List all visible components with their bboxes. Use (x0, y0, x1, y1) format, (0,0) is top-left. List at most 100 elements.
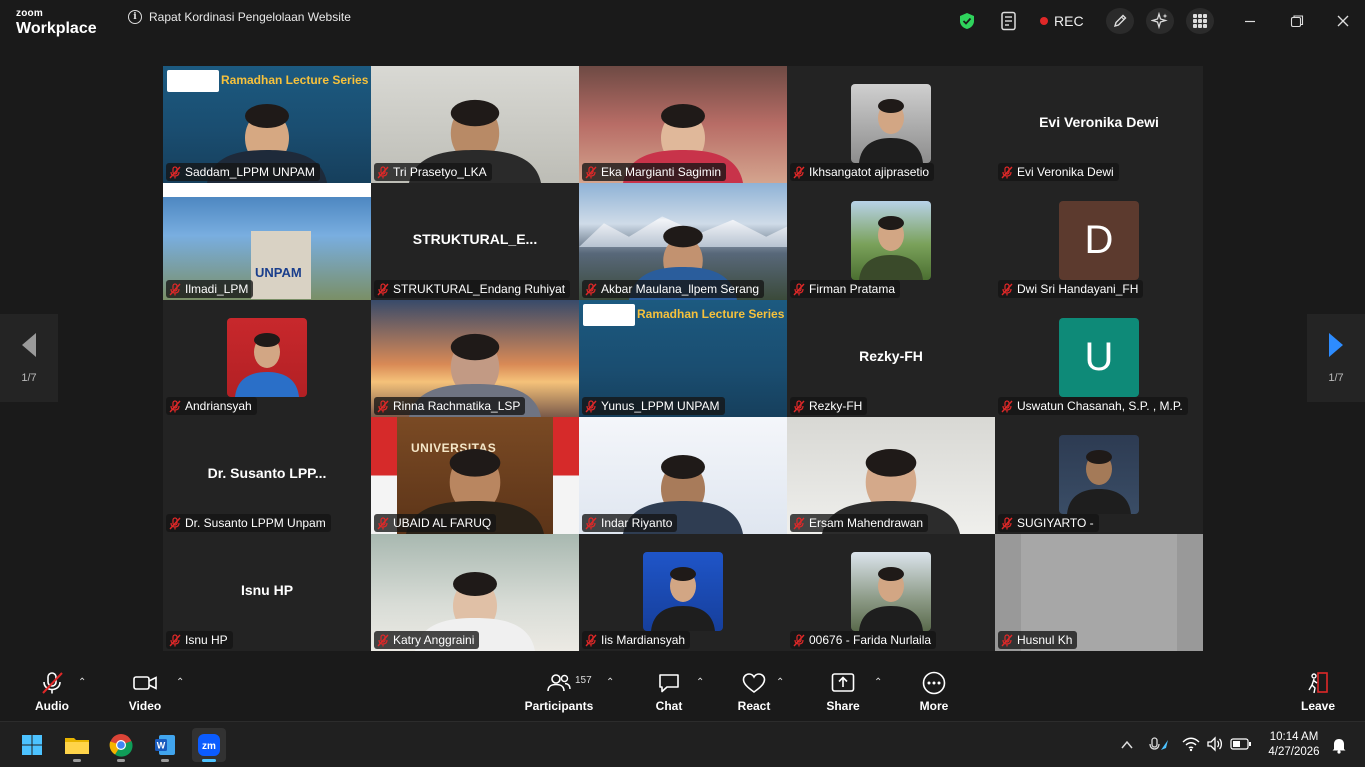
participant-name: 00676 - Farida Nurlaila (809, 633, 932, 647)
start-button[interactable] (15, 728, 49, 762)
profile-photo (643, 552, 723, 631)
participant-tile[interactable]: U Uswatun Chasanah, S.P. , M.P. (995, 300, 1203, 417)
participant-name-tag: UBAID AL FARUQ (374, 514, 497, 532)
participant-name-tag: Ikhsangatot ajiprasetio (790, 163, 935, 181)
participant-tile[interactable]: Tri Prasetyo_LKA (371, 66, 579, 183)
audio-options-caret-icon[interactable]: ⌃ (78, 677, 86, 688)
participant-name-tag: Ersam Mahendrawan (790, 514, 929, 532)
participant-tile[interactable]: Firman Pratama (787, 183, 995, 300)
video-button[interactable]: Video (127, 671, 163, 717)
participant-tile[interactable]: STRUKTURAL_E... STRUKTURAL_Endang Ruhiyat (371, 183, 579, 300)
restore-icon (1290, 15, 1304, 28)
participant-display-name: Dr. Susanto LPP... (207, 465, 327, 481)
tray-overflow-chevron-icon[interactable] (1120, 738, 1134, 752)
more-button[interactable]: More (917, 671, 951, 717)
share-screen-icon (831, 673, 855, 692)
participant-name-tag: Iis Mardiansyah (582, 631, 691, 649)
meeting-toolbar: Audio ⌃ Video ⌃ Participants 157 ⌃ Chat … (0, 661, 1365, 721)
participant-name-tag: Rezky-FH (790, 397, 868, 415)
taskbar-clock[interactable]: 10:14 AM 4/27/2026 (1262, 730, 1326, 760)
recording-indicator[interactable]: REC (1040, 8, 1084, 34)
taskbar-chrome[interactable] (104, 728, 138, 762)
participant-tile[interactable]: Evi Veronika Dewi Evi Veronika Dewi (995, 66, 1203, 183)
react-button[interactable]: React (736, 671, 772, 717)
participant-tile[interactable]: Andriansyah (163, 300, 371, 417)
participant-name-tag: Husnul Kh (998, 631, 1078, 649)
close-button[interactable] (1329, 8, 1357, 34)
muted-mic-icon (377, 633, 389, 647)
participant-tile[interactable]: Husnul Kh (995, 534, 1203, 651)
participant-tile[interactable]: Indar Riyanto (579, 417, 787, 534)
participant-tile[interactable]: Rezky-FH Rezky-FH (787, 300, 995, 417)
battery-icon[interactable] (1230, 738, 1252, 750)
video-options-caret-icon[interactable]: ⌃ (176, 677, 184, 688)
participant-tile[interactable]: UNPAM Ilmadi_LPM (163, 183, 371, 300)
security-shield-icon[interactable] (958, 8, 976, 34)
previous-page-button[interactable]: 1/7 (0, 314, 58, 402)
participant-name-tag: Saddam_LPPM UNPAM (166, 163, 320, 181)
participant-name: Isnu HP (185, 633, 228, 647)
participant-tile[interactable]: SUGIYARTO - (995, 417, 1203, 534)
muted-mic-icon (377, 165, 389, 179)
taskbar-word[interactable]: W (148, 728, 182, 762)
leave-button[interactable]: Leave (1300, 671, 1336, 717)
wifi-icon[interactable] (1182, 736, 1200, 752)
participant-name: Firman Pratama (809, 282, 896, 296)
restore-button[interactable] (1283, 8, 1311, 34)
participant-name-tag: Eka Margianti Sagimin (582, 163, 727, 181)
muted-mic-icon (169, 399, 181, 413)
participant-tile[interactable]: Rinna Rachmatika_LSP (371, 300, 579, 417)
participant-tile[interactable]: Iis Mardiansyah (579, 534, 787, 651)
participant-tile[interactable]: Ikhsangatot ajiprasetio (787, 66, 995, 183)
muted-mic-icon (377, 282, 389, 296)
react-options-caret-icon[interactable]: ⌃ (776, 677, 784, 688)
participant-tile[interactable]: Ersam Mahendrawan (787, 417, 995, 534)
annotate-pen-button[interactable] (1106, 8, 1134, 34)
more-icon (922, 671, 946, 695)
muted-mic-icon (585, 633, 597, 647)
participant-tile[interactable]: 00676 - Farida Nurlaila (787, 534, 995, 651)
ai-companion-button[interactable] (1146, 8, 1174, 34)
page-indicator-left: 1/7 (21, 372, 37, 384)
muted-mic-icon (793, 399, 805, 413)
pen-icon (1113, 14, 1127, 28)
chat-button[interactable]: Chat (652, 671, 686, 717)
participants-options-caret-icon[interactable]: ⌃ (606, 677, 614, 688)
participant-tile[interactable]: Ramadhan Lecture Series Saddam_LPPM UNPAM (163, 66, 371, 183)
apps-grid-button[interactable] (1186, 8, 1214, 34)
chrome-icon (109, 734, 133, 757)
participant-tile[interactable]: UNIVERSITAS UBAID AL FARUQ (371, 417, 579, 534)
rec-label: REC (1054, 13, 1084, 29)
minimize-button[interactable] (1236, 8, 1264, 34)
location-mic-icon[interactable] (1148, 736, 1170, 754)
sparkle-icon (1151, 12, 1168, 30)
participant-tile[interactable]: D Dwi Sri Handayani_FH (995, 183, 1203, 300)
audio-button[interactable]: Audio (34, 671, 70, 717)
volume-icon[interactable] (1206, 736, 1224, 752)
share-button[interactable]: Share (826, 671, 860, 717)
participant-name-tag: Rinna Rachmatika_LSP (374, 397, 526, 415)
participant-name: Eka Margianti Sagimin (601, 165, 722, 179)
meeting-info-button[interactable]: i Rapat Kordinasi Pengelolaan Website (128, 10, 351, 24)
participant-tile[interactable]: Isnu HP Isnu HP (163, 534, 371, 651)
participant-display-name: Rezky-FH (859, 348, 923, 364)
participant-tile[interactable]: Eka Margianti Sagimin (579, 66, 787, 183)
next-page-button[interactable]: 1/7 (1307, 314, 1365, 402)
taskbar-zoom[interactable]: zm (192, 728, 226, 762)
share-options-caret-icon[interactable]: ⌃ (874, 677, 882, 688)
notes-icon[interactable] (998, 8, 1020, 34)
participant-tile[interactable]: Dr. Susanto LPP... Dr. Susanto LPPM Unpam (163, 417, 371, 534)
profile-photo (851, 84, 931, 163)
minimize-icon (1245, 20, 1255, 23)
windows-logo-icon (22, 735, 42, 755)
notification-bell-icon[interactable] (1331, 736, 1347, 754)
muted-mic-icon (169, 633, 181, 647)
muted-mic-icon (1001, 399, 1013, 413)
participant-tile[interactable]: Ramadhan Lecture Series Yunus_LPPM UNPAM (579, 300, 787, 417)
share-label: Share (826, 699, 860, 713)
taskbar-file-explorer[interactable] (60, 728, 94, 762)
participant-tile[interactable]: Katry Anggraini (371, 534, 579, 651)
chat-options-caret-icon[interactable]: ⌃ (696, 677, 704, 688)
participant-tile[interactable]: Akbar Maulana_llpem Serang (579, 183, 787, 300)
grid-icon (1193, 14, 1207, 28)
